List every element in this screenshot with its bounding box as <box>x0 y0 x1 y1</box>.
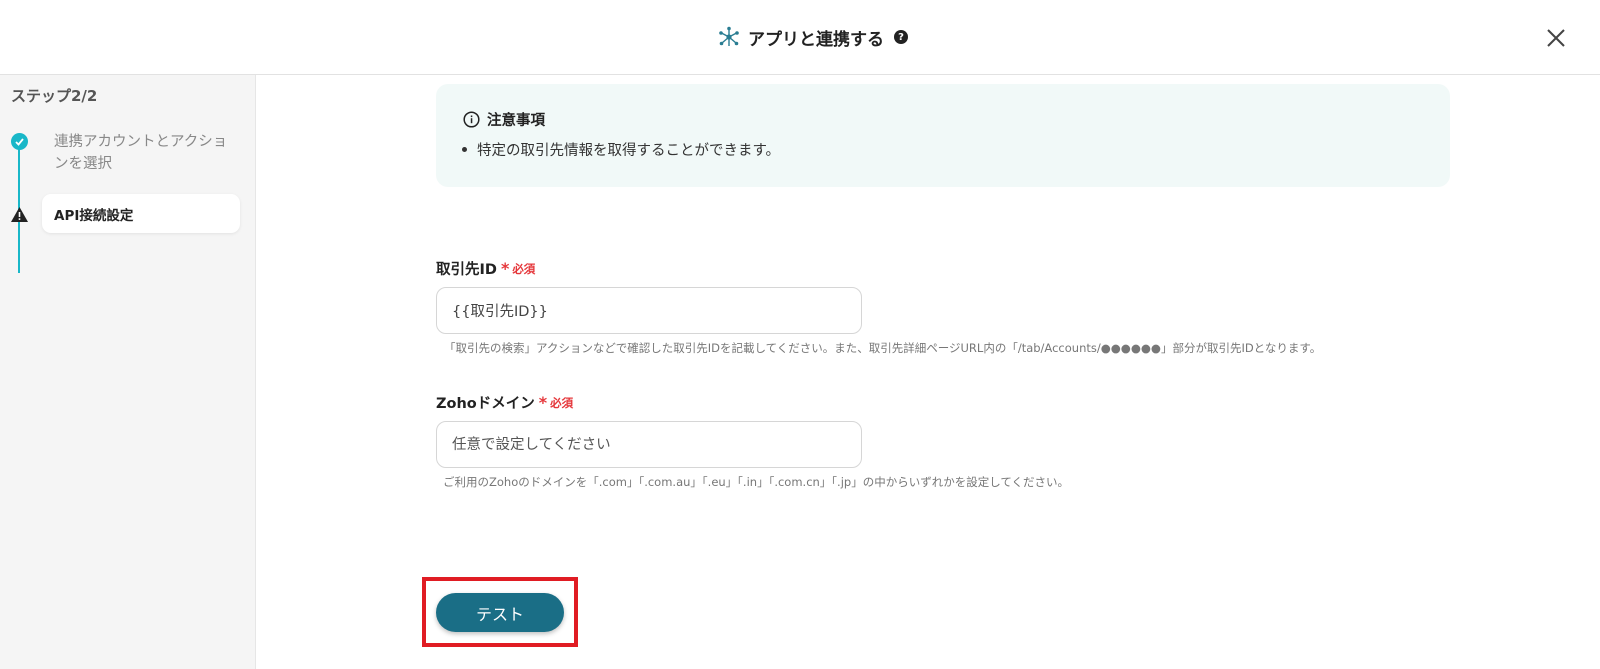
account-id-label: 取引先ID * 必須 <box>436 258 535 279</box>
step-complete-check-icon <box>11 133 28 150</box>
modal-title: アプリと連携する <box>748 29 884 50</box>
sidebar-step-api-settings[interactable]: API接続設定 <box>42 194 240 233</box>
sidebar-step-select-account[interactable]: 連携アカウントとアクションを選択 <box>54 131 234 175</box>
notice-header: 注意事項 <box>463 109 545 130</box>
info-icon <box>463 111 480 128</box>
notice-box: 注意事項 特定の取引先情報を取得することができます。 <box>436 84 1450 187</box>
warning-icon <box>10 206 29 223</box>
account-id-label-text: 取引先ID <box>436 262 497 278</box>
notice-item-text: 特定の取引先情報を取得することができます。 <box>477 143 781 159</box>
account-id-input[interactable] <box>436 287 862 334</box>
zoho-domain-label: Zohoドメイン * 必須 <box>436 392 573 413</box>
zoho-domain-label-text: Zohoドメイン <box>436 396 535 412</box>
zoho-domain-hint: ご利用のZohoのドメインを「.com」「.com.au」「.eu」「.in」「… <box>443 475 1070 489</box>
modal-title-group: アプリと連携する ? <box>718 22 908 52</box>
modal-header: アプリと連携する ? <box>0 0 1600 75</box>
app-connect-icon <box>718 26 740 48</box>
zoho-domain-input[interactable] <box>436 421 862 468</box>
required-badge: 必須 <box>512 261 536 276</box>
help-icon[interactable]: ? <box>894 30 908 44</box>
close-icon <box>1547 29 1565 47</box>
step-counter: ステップ2/2 <box>11 87 98 105</box>
test-button[interactable]: テスト <box>436 593 564 632</box>
account-id-hint: 「取引先の検索」アクションなどで確認した取引先IDを記載してください。また、取引… <box>444 341 1322 355</box>
notice-title: 注意事項 <box>487 113 545 129</box>
required-asterisk: * <box>500 259 510 278</box>
required-badge: 必須 <box>550 395 574 410</box>
step-sidebar: ステップ2/2 連携アカウントとアクションを選択 API接続設定 <box>0 75 256 669</box>
bullet-icon <box>462 147 467 152</box>
required-asterisk: * <box>538 393 548 412</box>
notice-list-item: 特定の取引先情報を取得することができます。 <box>462 139 780 160</box>
close-button[interactable] <box>1540 22 1572 54</box>
